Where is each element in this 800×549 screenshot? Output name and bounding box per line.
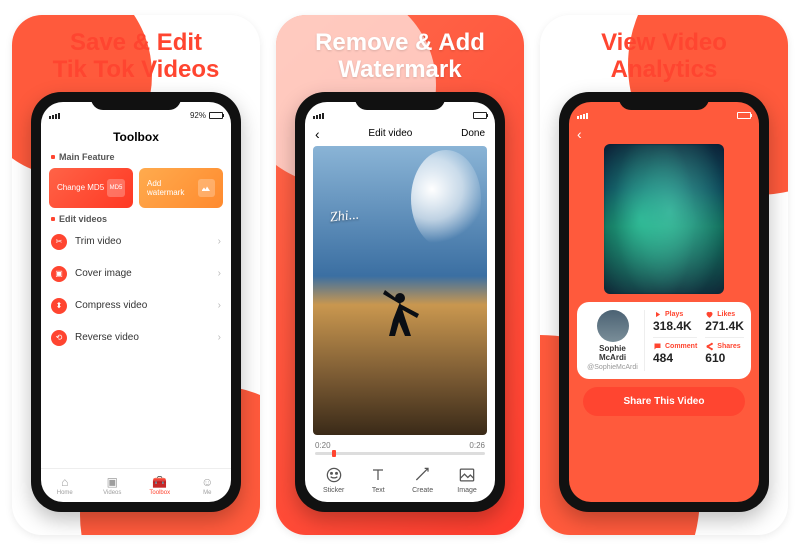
edit-video-title: Edit video [368, 128, 412, 139]
tab-home[interactable]: ⌂Home [41, 469, 89, 502]
notch [619, 92, 709, 110]
tab-me[interactable]: ☺Me [184, 469, 232, 502]
profile-column: Sophie McArdi @SophieMcArdi [585, 310, 645, 371]
done-button[interactable]: Done [461, 128, 485, 139]
chevron-right-icon: › [218, 236, 221, 247]
add-watermark-button[interactable]: Add watermark [139, 168, 223, 208]
screen-edit-video: ‹ Edit video Done Zhi... [305, 102, 495, 502]
trim-video-label: Trim video [75, 236, 121, 247]
add-watermark-label: Add watermark [147, 179, 198, 197]
plays-value: 318.4K [653, 319, 697, 333]
toolbox-title: Toolbox [41, 130, 231, 144]
sticker-icon [324, 465, 344, 485]
scissors-icon: ✂ [51, 234, 67, 250]
change-md5-button[interactable]: Change MD5 MD5 [49, 168, 133, 208]
panel3-headline: View Video Analytics [601, 29, 727, 84]
signal-icon [49, 113, 60, 119]
heart-icon [705, 310, 714, 319]
battery-icon [209, 112, 223, 119]
section-main-feature: Main Feature [41, 150, 231, 164]
comments-value: 484 [653, 351, 697, 365]
create-icon [413, 465, 433, 485]
chevron-right-icon: › [218, 332, 221, 343]
person-icon: ☺ [201, 475, 213, 489]
screen-analytics: ‹ Sophie McArdi @SophieMcArdi Plays 318.… [569, 102, 759, 502]
signal-icon [313, 113, 324, 119]
tab-toolbox[interactable]: 🧰Toolbox [136, 469, 184, 502]
compress-video-row[interactable]: ⬍ Compress video › [41, 290, 231, 322]
image-icon: ▣ [51, 266, 67, 282]
climber-silhouette [375, 288, 425, 348]
panel2-headline: Remove & Add Watermark [315, 29, 485, 84]
battery-icon [473, 112, 487, 119]
shares-value: 610 [705, 351, 744, 365]
scrubber[interactable] [315, 452, 485, 455]
sticker-tool[interactable]: Sticker [323, 465, 344, 494]
phone-frame-2: ‹ Edit video Done Zhi... [295, 92, 505, 512]
battery-percent: 92% [190, 111, 206, 120]
phone-frame-1: 92% Toolbox Main Feature Change MD5 MD5 … [31, 92, 241, 512]
reverse-icon: ⟲ [51, 330, 67, 346]
back-button[interactable]: ‹ [315, 126, 320, 142]
video-preview[interactable]: Zhi... [313, 146, 487, 435]
watermark-icon [198, 179, 215, 197]
notch [355, 92, 445, 110]
change-md5-label: Change MD5 [57, 183, 104, 192]
comment-icon [653, 342, 662, 351]
video-icon: ▣ [107, 475, 118, 489]
compress-icon: ⬍ [51, 298, 67, 314]
cover-image-row[interactable]: ▣ Cover image › [41, 258, 231, 290]
signal-icon [577, 113, 588, 119]
reverse-video-row[interactable]: ⟲ Reverse video › [41, 322, 231, 354]
screen-toolbox: 92% Toolbox Main Feature Change MD5 MD5 … [41, 102, 231, 502]
tab-bar: ⌂Home ▣Videos 🧰Toolbox ☺Me [41, 468, 231, 502]
chevron-right-icon: › [218, 300, 221, 311]
avatar[interactable] [597, 310, 629, 342]
metric-comments: Comment 484 [653, 337, 697, 365]
likes-value: 271.4K [705, 319, 744, 333]
battery-icon [737, 112, 751, 119]
video-thumbnail[interactable] [604, 144, 724, 294]
back-button[interactable]: ‹ [569, 126, 759, 142]
phone-frame-3: ‹ Sophie McArdi @SophieMcArdi Plays 318.… [559, 92, 769, 512]
metric-plays: Plays 318.4K [653, 310, 697, 333]
chevron-right-icon: › [218, 268, 221, 279]
analytics-card: Sophie McArdi @SophieMcArdi Plays 318.4K… [577, 302, 751, 379]
panel1-headline: Save & Edit Tik Tok Videos [53, 29, 220, 84]
play-icon [653, 310, 662, 319]
cover-image-label: Cover image [75, 268, 132, 279]
notch [91, 92, 181, 110]
user-name: Sophie McArdi [585, 344, 640, 362]
image-icon [457, 465, 477, 485]
text-icon [368, 465, 388, 485]
time-end: 0:26 [469, 441, 485, 450]
share-icon [705, 342, 714, 351]
text-tool[interactable]: Text [368, 465, 388, 494]
metric-shares: Shares 610 [705, 337, 744, 365]
tab-videos[interactable]: ▣Videos [89, 469, 137, 502]
edit-video-nav: ‹ Edit video Done [305, 126, 495, 142]
image-tool[interactable]: Image [457, 465, 477, 494]
compress-video-label: Compress video [75, 300, 147, 311]
panel-analytics: View Video Analytics ‹ Sophie McArdi @So… [540, 15, 788, 535]
cloud-graphic [411, 150, 481, 248]
panel-save-edit: Save & Edit Tik Tok Videos 92% Toolbox M… [12, 15, 260, 535]
md5-file-icon: MD5 [107, 179, 125, 197]
toolbox-icon: 🧰 [152, 475, 167, 489]
signature-watermark[interactable]: Zhi... [330, 208, 361, 227]
edit-tool-strip: Sticker Text Create Image [305, 461, 495, 502]
aurora-graphic [604, 144, 724, 294]
timeline-labels: 0:20 0:26 [305, 439, 495, 450]
trim-video-row[interactable]: ✂ Trim video › [41, 226, 231, 258]
reverse-video-label: Reverse video [75, 332, 139, 343]
section-edit-videos: Edit videos [41, 212, 231, 226]
panel-watermark: Remove & Add Watermark ‹ Edit video Done… [276, 15, 524, 535]
share-video-button[interactable]: Share This Video [583, 387, 745, 416]
create-tool[interactable]: Create [412, 465, 433, 494]
user-handle: @SophieMcArdi [587, 364, 638, 371]
metric-likes: Likes 271.4K [705, 310, 744, 333]
home-icon: ⌂ [61, 475, 68, 489]
time-start: 0:20 [315, 441, 331, 450]
